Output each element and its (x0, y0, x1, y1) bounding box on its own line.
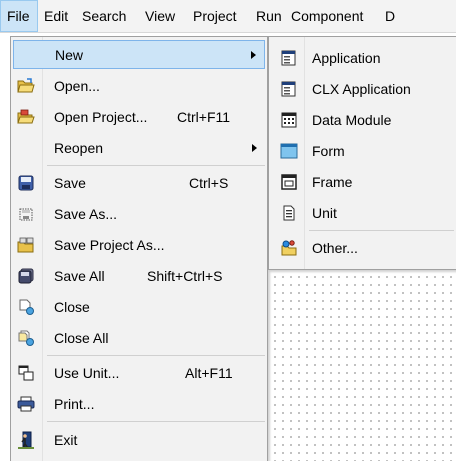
new-submenu: Application CLX Application Data Module (268, 36, 456, 270)
menu-item-label: Open Project... (54, 108, 148, 125)
submenu-item-frame[interactable]: Frame (271, 167, 454, 196)
menu-item-use-unit[interactable]: Use Unit... Alt+F11 (13, 358, 265, 387)
menu-project[interactable]: Project (187, 0, 250, 32)
menu-item-close-all[interactable]: Close All (13, 323, 265, 352)
menu-item-reopen[interactable]: Reopen (13, 133, 265, 162)
submenu-item-unit[interactable]: Unit (271, 198, 454, 227)
application-icon (279, 48, 299, 68)
menu-file[interactable]: File (0, 0, 38, 32)
menu-item-label: Close (54, 298, 90, 315)
submenu-arrow-icon (252, 143, 257, 152)
menu-item-shortcut: Alt+F11 (185, 364, 233, 381)
menu-item-save-all[interactable]: Save All Shift+Ctrl+S (13, 261, 265, 290)
submenu-item-label: Unit (312, 204, 337, 221)
submenu-item-other[interactable]: Other... (271, 233, 454, 262)
menu-separator (47, 355, 265, 356)
menu-item-shortcut: Ctrl+F11 (177, 108, 231, 125)
save-as-icon (16, 204, 36, 224)
save-project-as-icon (16, 235, 36, 255)
menu-item-label: Open... (54, 77, 100, 94)
close-all-icon (16, 328, 36, 348)
menu-search[interactable]: Search (76, 0, 139, 32)
menu-run[interactable]: Run (250, 0, 285, 32)
submenu-item-clx-application[interactable]: CLX Application (271, 74, 454, 103)
menu-item-new[interactable]: New (13, 40, 265, 69)
menu-item-save[interactable]: Save Ctrl+S (13, 168, 265, 197)
submenu-item-form[interactable]: Form (271, 136, 454, 165)
submenu-item-data-module[interactable]: Data Module (271, 105, 454, 134)
open-project-icon (16, 107, 36, 127)
menu-item-label: Use Unit... (54, 364, 120, 381)
menu-view[interactable]: View (139, 0, 187, 32)
menu-item-exit[interactable]: Exit (13, 425, 265, 454)
file-menu: New Open... Open Project... Ctrl+F11 Reo… (10, 36, 268, 461)
menu-item-label: Reopen (54, 139, 104, 156)
menu-item-label: Save All (54, 267, 105, 284)
submenu-separator (309, 230, 454, 231)
save-all-icon (16, 266, 36, 286)
menu-bar: File Edit Search View Project Run Compon… (0, 0, 456, 33)
menu-item-shortcut: Ctrl+S (189, 174, 229, 191)
menu-item-label: Save Project As... (54, 236, 165, 253)
close-file-icon (16, 297, 36, 317)
submenu-item-application[interactable]: Application (271, 43, 454, 72)
submenu-item-label: Application (312, 49, 381, 66)
save-icon (16, 173, 36, 193)
submenu-arrow-icon (251, 50, 256, 59)
menu-component[interactable]: Component (285, 0, 379, 32)
form-icon (279, 141, 299, 161)
unit-icon (279, 203, 299, 223)
menu-d[interactable]: D (379, 0, 399, 32)
submenu-item-label: Other... (312, 239, 358, 256)
submenu-item-label: Form (312, 142, 345, 159)
submenu-item-label: Frame (312, 173, 353, 190)
menu-item-save-as[interactable]: Save As... (13, 199, 265, 228)
form-designer-grid (268, 270, 456, 461)
exit-icon (16, 430, 36, 450)
menu-item-open-project[interactable]: Open Project... Ctrl+F11 (13, 102, 265, 131)
menu-item-label: Close All (54, 329, 109, 346)
menu-item-open[interactable]: Open... (13, 71, 265, 100)
clx-application-icon (279, 79, 299, 99)
menu-item-label: Save As... (54, 205, 118, 222)
menu-edit[interactable]: Edit (38, 0, 76, 32)
menu-separator (47, 165, 265, 166)
menu-item-label: Print... (54, 395, 95, 412)
use-unit-icon (16, 363, 36, 383)
menu-separator (47, 421, 265, 422)
submenu-item-label: CLX Application (312, 80, 411, 97)
menu-item-shortcut: Shift+Ctrl+S (147, 267, 223, 284)
menu-item-label: Exit (54, 431, 78, 448)
open-folder-icon (16, 76, 36, 96)
printer-icon (16, 394, 36, 414)
menu-item-close[interactable]: Close (13, 292, 265, 321)
other-icon (279, 238, 299, 258)
menu-item-save-project-as[interactable]: Save Project As... (13, 230, 265, 259)
menu-item-label: New (55, 46, 84, 63)
menu-item-label: Save (54, 174, 86, 191)
menu-item-print[interactable]: Print... (13, 389, 265, 418)
submenu-item-label: Data Module (312, 111, 392, 128)
frame-icon (279, 172, 299, 192)
data-module-icon (279, 110, 299, 130)
